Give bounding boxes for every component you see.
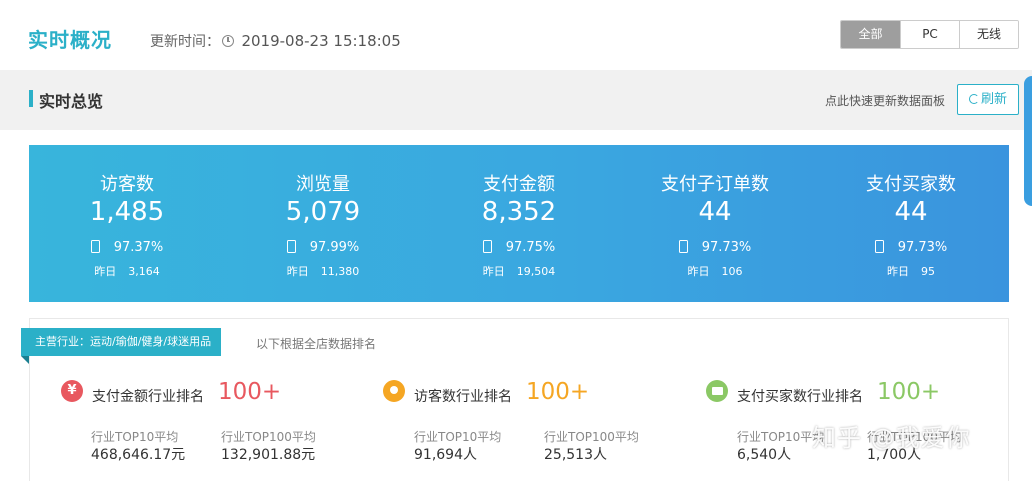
- top-header: 实时概况 更新时间： 2019-08-23 15:18:05 全部 PC 无线: [0, 0, 1032, 70]
- refresh-label: 刷新: [980, 92, 1007, 107]
- industry-tag-fold: [21, 356, 29, 364]
- top100-value: 25,513人: [544, 447, 607, 463]
- top100-value: 132,901.88元: [221, 447, 316, 463]
- rank-title: 支付金额行业排名: [92, 389, 204, 405]
- rank-visitors: 访客数行业排名 100+ 行业TOP10平均 91,694人 行业TOP100平…: [383, 378, 703, 478]
- clock-icon: [222, 35, 234, 47]
- update-time: 更新时间： 2019-08-23 15:18:05: [150, 31, 401, 51]
- rank-title: 访客数行业排名: [414, 389, 512, 405]
- mobile-icon: [286, 240, 296, 253]
- side-panel-tab[interactable]: [1024, 76, 1032, 206]
- stat-yesterday-value: 11,380: [320, 265, 360, 278]
- stat-mobile-pct: 97.37%: [113, 240, 164, 255]
- stat-yesterday-value: 3,164: [128, 265, 160, 278]
- top10-label: 行业TOP10平均: [414, 430, 502, 444]
- mobile-icon: [90, 240, 100, 253]
- stat-visitors: 访客数 1,485 97.37% 昨日 3,164: [29, 145, 225, 302]
- watermark: 知乎 @我爱你: [812, 424, 971, 452]
- top100-label: 行业TOP100平均: [544, 430, 639, 444]
- stat-label: 浏览量: [296, 174, 350, 195]
- page-title: 实时概况: [28, 28, 112, 52]
- section-title: 实时总览: [39, 92, 104, 111]
- stat-mobile-pct: 97.99%: [309, 240, 360, 255]
- mobile-icon: [874, 240, 884, 253]
- stat-payment-amount: 支付金额 8,352 97.75% 昨日 19,504: [421, 145, 617, 302]
- rank-title: 支付买家数行业排名: [737, 389, 863, 405]
- wallet-icon: [706, 380, 728, 402]
- quick-update-hint: 点此快速更新数据面板: [825, 94, 946, 108]
- update-time-label: 更新时间：: [150, 34, 220, 50]
- yen-icon: ¥: [61, 380, 83, 402]
- stat-label: 支付子订单数: [661, 174, 769, 195]
- stat-yesterday-label: 昨日: [687, 265, 710, 278]
- stat-yesterday-value: 106: [721, 265, 743, 278]
- stat-yesterday-value: 19,504: [516, 265, 556, 278]
- stat-mobile-pct: 97.73%: [701, 240, 752, 255]
- stat-pageviews: 浏览量 5,079 97.99% 昨日 11,380: [225, 145, 421, 302]
- stat-value: 44: [698, 197, 732, 227]
- stat-value: 5,079: [285, 197, 361, 227]
- rank-payment-amount: ¥ 支付金额行业排名 100+ 行业TOP10平均 468,646.17元 行业…: [61, 378, 381, 478]
- industry-tag: 主营行业：运动/瑜伽/健身/球迷用品: [21, 328, 222, 356]
- top10-value: 91,694人: [414, 447, 477, 463]
- realtime-stats-panel: 访客数 1,485 97.37% 昨日 3,164 浏览量 5,079 97.99…: [29, 145, 1009, 302]
- stat-label: 访客数: [100, 174, 154, 195]
- stat-paid-buyers: 支付买家数 44 97.73% 昨日 95: [813, 145, 1009, 302]
- top10-label: 行业TOP10平均: [91, 430, 179, 444]
- stat-value: 8,352: [481, 197, 557, 227]
- stat-yesterday-label: 昨日: [286, 265, 309, 278]
- filter-all-button[interactable]: 全部: [841, 21, 900, 48]
- stat-yesterday-label: 昨日: [887, 265, 909, 278]
- stat-yesterday-value: 95: [921, 265, 935, 278]
- mobile-icon: [482, 240, 492, 253]
- rank-value: 100+: [218, 379, 282, 405]
- top100-label: 行业TOP100平均: [221, 430, 316, 444]
- realtime-overview-page: 实时概况 更新时间： 2019-08-23 15:18:05 全部 PC 无线 …: [0, 0, 1032, 481]
- filter-pc-button[interactable]: PC: [900, 21, 959, 48]
- filter-wireless-button[interactable]: 无线: [959, 21, 1018, 48]
- rank-value: 100+: [877, 379, 941, 405]
- rank-value: 100+: [526, 379, 590, 405]
- person-icon: [383, 380, 405, 402]
- refresh-button[interactable]: 刷新: [957, 84, 1019, 115]
- device-filter: 全部 PC 无线: [840, 20, 1019, 49]
- stat-mobile-pct: 97.73%: [897, 240, 948, 255]
- stat-value: 1,485: [89, 197, 165, 227]
- stat-label: 支付买家数: [866, 174, 956, 195]
- stat-mobile-pct: 97.75%: [505, 240, 556, 255]
- stat-value: 44: [894, 197, 928, 227]
- stat-yesterday-label: 昨日: [94, 265, 117, 278]
- stat-yesterday-label: 昨日: [482, 265, 505, 278]
- top10-value: 6,540人: [737, 447, 792, 463]
- ranking-note: 以下根据全店数据排名: [256, 337, 377, 351]
- update-time-value: 2019-08-23 15:18:05: [241, 32, 401, 50]
- refresh-icon: [968, 94, 979, 104]
- stat-paid-suborders: 支付子订单数 44 97.73% 昨日 106: [617, 145, 813, 302]
- top10-value: 468,646.17元: [91, 447, 186, 463]
- stat-label: 支付金额: [483, 174, 555, 195]
- mobile-icon: [678, 240, 688, 253]
- section-accent-bar: [29, 90, 33, 107]
